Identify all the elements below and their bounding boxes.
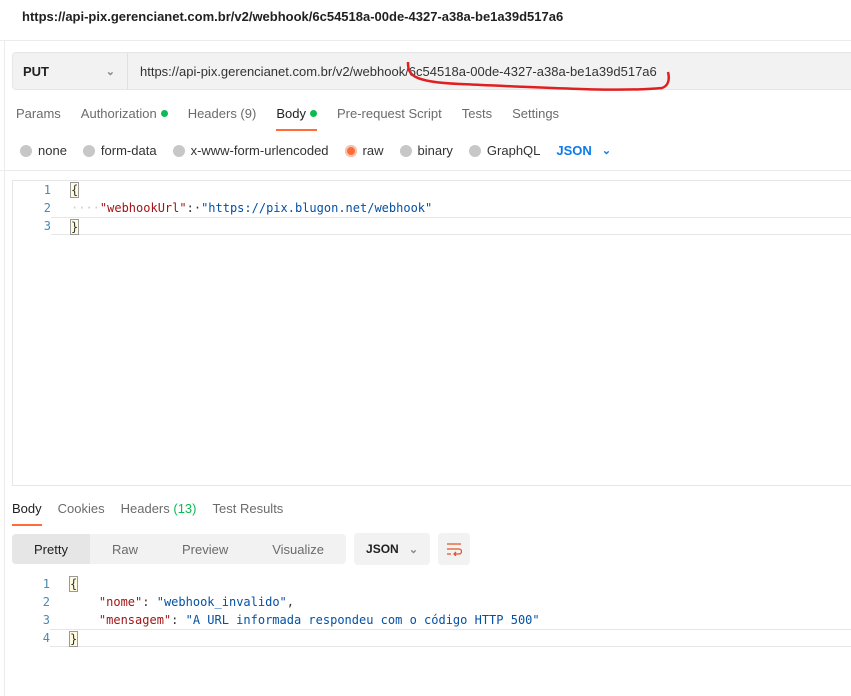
brace: { [68, 576, 79, 592]
format-label: JSON [366, 542, 399, 556]
chevron-down-icon: ⌄ [408, 543, 419, 556]
tab-label: Body [276, 106, 306, 121]
brace: } [68, 631, 79, 647]
line-number: 4 [42, 631, 50, 645]
window-title: https://api-pix.gerencianet.com.br/v2/we… [22, 9, 564, 24]
chevron-down-icon: ⌄ [601, 145, 612, 157]
radio-icon [399, 144, 412, 157]
tab-label: Authorization [80, 106, 157, 121]
tab-label: Test Results [212, 501, 284, 516]
radio-selected-icon [344, 144, 357, 157]
radio-label: raw [362, 143, 384, 158]
tab-params[interactable]: Params [16, 106, 61, 129]
line-number: 1 [43, 183, 51, 197]
radio-form-data[interactable]: form-data [82, 143, 157, 158]
tab-label: Body [12, 501, 42, 516]
radio-icon [172, 144, 185, 157]
radio-label: binary [417, 143, 453, 158]
body-type-radios: none form-data x-www-form-urlencoded raw… [20, 143, 611, 158]
tab-headers[interactable]: Headers (9) [188, 106, 257, 129]
radio-binary[interactable]: binary [399, 143, 453, 158]
wrap-lines-button[interactable] [438, 533, 471, 565]
view-preview[interactable]: Preview [160, 534, 250, 564]
json-key: "nome" [98, 595, 143, 609]
view-visualize[interactable]: Visualize [250, 534, 346, 564]
method-select[interactable]: PUT ⌄ [13, 53, 128, 89]
tab-body[interactable]: Body [276, 106, 317, 131]
response-toolbar: Pretty Raw Preview Visualize JSON ⌄ [12, 533, 471, 565]
body-format-select[interactable]: JSON ⌄ [556, 143, 611, 158]
radio-icon [468, 144, 481, 157]
tab-label: Tests [461, 106, 493, 121]
code-line: 3 "mensagem": "A URL informada respondeu… [12, 611, 851, 629]
json-value: "https://pix.blugon.net/webhook" [201, 201, 433, 215]
radio-graphql[interactable]: GraphQL [468, 143, 541, 158]
line-number: 2 [42, 595, 50, 609]
tab-authorization[interactable]: Authorization [81, 106, 168, 129]
radio-label: GraphQL [486, 143, 541, 158]
format-label: JSON [556, 143, 592, 158]
code-line: 1{ [12, 575, 851, 593]
tab-pre-request-script[interactable]: Pre-request Script [337, 106, 442, 129]
code-line: 2 ····"webhookUrl":·"https://pix.blugon.n… [13, 199, 851, 217]
radio-urlencoded[interactable]: x-www-form-urlencoded [172, 143, 329, 158]
status-dot-icon [309, 110, 317, 117]
response-format-select[interactable]: JSON ⌄ [354, 533, 431, 565]
request-body-editor[interactable]: 1{ 2 ····"webhookUrl":·"https://pix.blugo… [12, 180, 851, 486]
line-number: 1 [42, 577, 50, 591]
brace: } [69, 219, 80, 235]
response-tabs: Body Cookies Headers (13) Test Results [12, 501, 303, 526]
wrap-icon [447, 543, 463, 556]
tab-label: Headers [120, 501, 170, 516]
code-line: 3} [13, 217, 851, 235]
radio-none[interactable]: none [20, 143, 67, 158]
tab-test-results[interactable]: Test Results [213, 501, 284, 524]
json-key: "webhookUrl" [99, 201, 187, 215]
line-number: 2 [43, 201, 51, 215]
status-dot-icon [160, 110, 168, 117]
tab-label: Settings [512, 106, 560, 121]
tab-settings[interactable]: Settings [512, 106, 559, 129]
radio-icon [82, 144, 95, 157]
tab-label: Pre-request Script [336, 106, 442, 121]
divider [0, 40, 851, 41]
headers-count: (13) [173, 501, 197, 516]
radio-icon [20, 144, 32, 157]
tab-response-body[interactable]: Body [12, 501, 42, 526]
tab-tests[interactable]: Tests [462, 106, 492, 129]
tab-label: Headers (9) [187, 106, 257, 121]
radio-label: form-data [100, 143, 157, 158]
divider [0, 170, 851, 171]
view-mode-group: Pretty Raw Preview Visualize [12, 534, 347, 564]
divider [4, 40, 5, 696]
code-line: 2 "nome": "webhook_invalido", [12, 593, 851, 611]
view-pretty[interactable]: Pretty [12, 534, 90, 564]
response-body-viewer: 1{ 2 "nome": "webhook_invalido", 3 "mens… [12, 575, 851, 647]
json-value: "A URL informada respondeu com o código … [185, 613, 540, 627]
chevron-down-icon: ⌄ [105, 65, 115, 78]
radio-label: none [38, 143, 67, 158]
json-key: "mensagem" [98, 613, 172, 627]
code-line: 1{ [13, 181, 851, 199]
line-number: 3 [43, 219, 51, 233]
radio-raw[interactable]: raw [344, 143, 384, 158]
code-line: 4} [12, 629, 851, 647]
line-number: 3 [42, 613, 50, 627]
tab-cookies[interactable]: Cookies [58, 501, 105, 524]
view-raw[interactable]: Raw [90, 534, 160, 564]
json-value: "webhook_invalido" [156, 595, 287, 609]
radio-label: x-www-form-urlencoded [190, 143, 329, 158]
red-underline-annotation [406, 61, 670, 91]
tab-label: Params [16, 106, 61, 121]
brace: { [69, 182, 80, 198]
request-tabs: Params Authorization Headers (9) Body Pr… [16, 106, 579, 131]
method-label: PUT [23, 63, 49, 79]
tab-response-headers[interactable]: Headers (13) [121, 501, 197, 524]
tab-label: Cookies [57, 501, 105, 516]
